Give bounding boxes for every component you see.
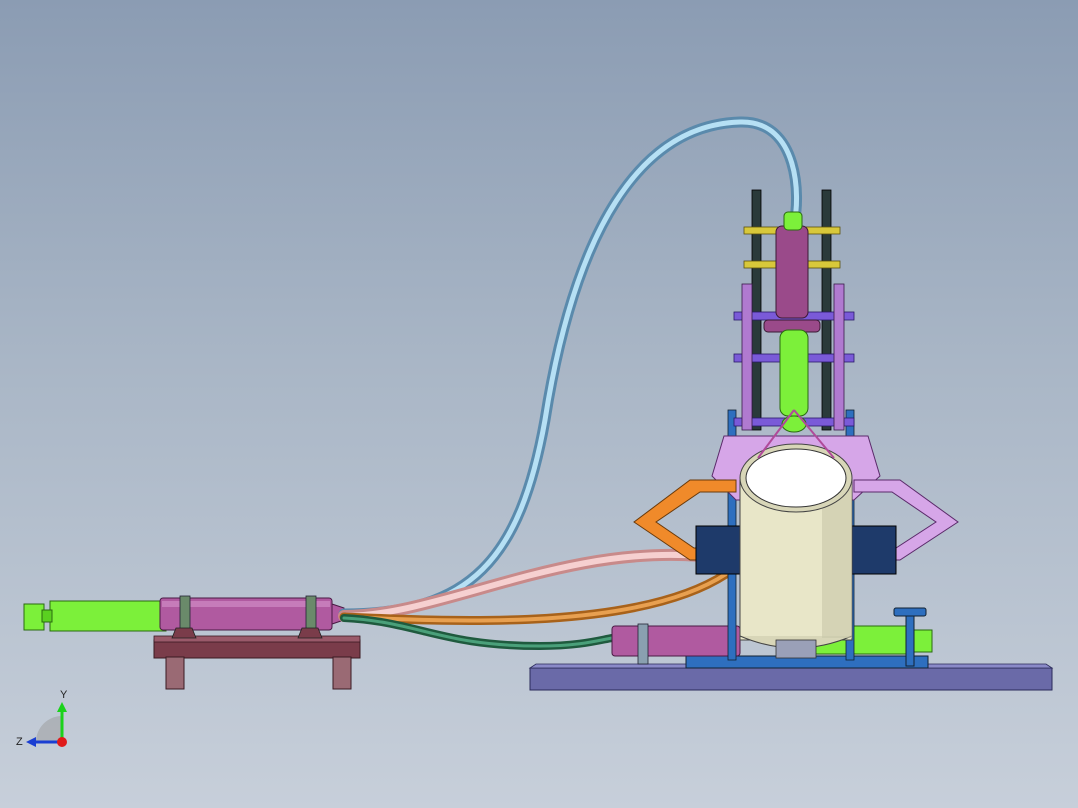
left-plunger[interactable] bbox=[49, 600, 167, 632]
main-base-plate[interactable] bbox=[529, 667, 1053, 691]
upper-plunger-head bbox=[781, 415, 807, 433]
left-clamp-foot-2 bbox=[297, 627, 323, 639]
triad-origin bbox=[57, 737, 67, 747]
triad-y-label: Y bbox=[60, 689, 68, 701]
main-cylinder-top bbox=[745, 448, 847, 508]
cad-scene[interactable]: Y Z bbox=[0, 0, 1078, 808]
left-plunger-neck bbox=[41, 609, 53, 623]
bottom-syringe-barrel[interactable] bbox=[611, 625, 741, 657]
left-clamp-foot-1 bbox=[171, 627, 197, 639]
t-post-top bbox=[893, 607, 927, 617]
upper-syringe-barrel[interactable] bbox=[775, 225, 809, 319]
left-bracket-leg-1 bbox=[165, 656, 185, 690]
cad-viewport[interactable]: Y Z bbox=[0, 0, 1078, 808]
cylinder-post bbox=[775, 639, 817, 659]
left-plunger-cap bbox=[23, 603, 45, 631]
upper-syringe-tip bbox=[783, 211, 803, 231]
bottom-clamp bbox=[637, 623, 649, 665]
rail-left bbox=[751, 189, 762, 431]
left-clamp-2 bbox=[305, 595, 317, 633]
clamp-left[interactable] bbox=[695, 525, 741, 575]
upper-plunger[interactable] bbox=[779, 329, 809, 417]
triad-arc bbox=[36, 716, 62, 742]
clamp-right[interactable] bbox=[851, 525, 897, 575]
coordinate-triad: Y Z bbox=[16, 689, 68, 748]
side-panel-left bbox=[741, 283, 753, 431]
left-syringe-assembly[interactable] bbox=[23, 595, 361, 690]
side-panel-right bbox=[833, 283, 845, 431]
rail-right bbox=[821, 189, 832, 431]
left-bracket-plate bbox=[153, 639, 361, 659]
triad-z-arrow bbox=[26, 737, 36, 747]
triad-y-arrow bbox=[57, 702, 67, 712]
t-post-stem bbox=[905, 611, 915, 667]
left-clamp-1 bbox=[179, 595, 191, 633]
left-bracket-leg-2 bbox=[332, 656, 352, 690]
triad-z-label: Z bbox=[16, 736, 23, 748]
